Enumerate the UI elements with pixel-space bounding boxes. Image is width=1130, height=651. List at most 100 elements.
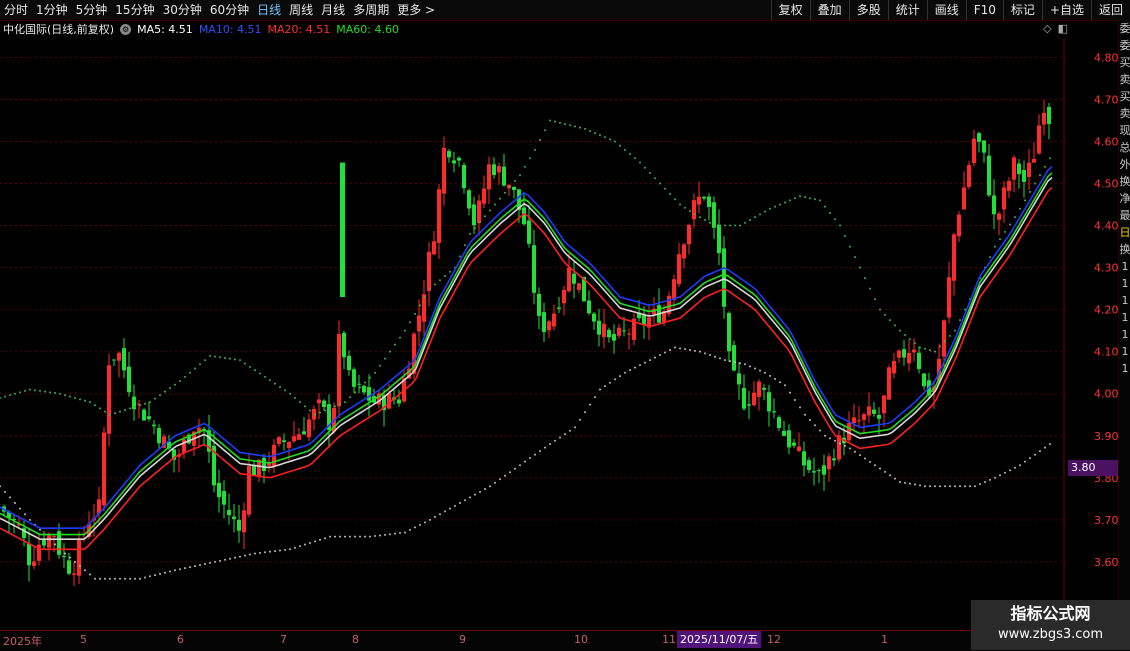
toolbar-button-6[interactable]: 标记 <box>1002 0 1042 20</box>
lower-band-dot <box>544 446 546 449</box>
lower-band-dot <box>149 575 151 578</box>
candle-body <box>102 432 106 506</box>
toolbar-button-1[interactable]: 叠加 <box>809 0 849 20</box>
candle-body <box>622 330 626 332</box>
candle-body <box>692 200 696 220</box>
period-tab-9[interactable]: 多周期 <box>349 0 393 20</box>
period-tab-10[interactable]: 更多 > <box>393 0 439 20</box>
upper-band-dot <box>919 346 921 349</box>
lower-band-dot <box>349 535 351 538</box>
upper-band-dot <box>1004 230 1006 233</box>
price-label: 3.60 <box>1094 556 1118 569</box>
lower-band-dot <box>729 360 731 363</box>
lower-band-dot <box>329 535 331 538</box>
upper-band-dot <box>754 216 756 219</box>
candle-body <box>152 424 156 427</box>
upper-band-dot <box>229 357 231 360</box>
lower-band-dot <box>1019 464 1021 467</box>
lower-band-dot <box>974 485 976 488</box>
action-buttons: 复权 叠加 多股 统计 画线 F10 标记 +自选 返回 <box>770 0 1130 20</box>
lower-band-dot <box>519 464 521 467</box>
candle-body <box>307 419 311 438</box>
lower-band-dot <box>949 485 951 488</box>
candle-body <box>857 420 861 422</box>
period-tab-4[interactable]: 30分钟 <box>159 0 206 20</box>
lower-band-dot <box>804 413 806 416</box>
panel-label-9: 换 <box>1119 175 1130 188</box>
period-tab-7[interactable]: 周线 <box>285 0 317 20</box>
candle-body <box>912 349 916 353</box>
lower-band-dot <box>664 351 666 354</box>
upper-band-dot <box>129 407 131 410</box>
candle-body <box>242 510 246 533</box>
lower-band-dot <box>19 507 21 510</box>
upper-band-dot <box>419 304 421 307</box>
upper-band-dot <box>869 287 871 290</box>
lower-band-dot <box>164 571 166 574</box>
lower-band-dot <box>934 485 936 488</box>
upper-band-dot <box>64 394 66 397</box>
diamond-icon[interactable]: ◇ <box>1043 22 1051 35</box>
lower-band-dot <box>94 577 96 580</box>
toolbar-button-5[interactable]: F10 <box>965 0 1003 20</box>
toolbar-button-0[interactable]: 复权 <box>770 0 810 20</box>
upper-band-dot <box>104 410 106 413</box>
lower-band-dot <box>514 467 516 470</box>
upper-band-dot <box>54 392 56 395</box>
upper-band-dot <box>219 356 221 359</box>
upper-band-dot <box>954 329 956 332</box>
period-tab-5[interactable]: 60分钟 <box>206 0 253 20</box>
kline-chart[interactable]: 4.80 4.70 4.60 4.50 4.40 4.30 4.20 4.10 4.00 3.90… <box>0 38 1118 630</box>
candle-body <box>342 332 346 358</box>
upper-band-dot <box>429 287 431 290</box>
period-tab-6[interactable]: 日线 <box>253 0 285 20</box>
period-tab-1[interactable]: 1分钟 <box>32 0 72 20</box>
lower-band-dot <box>559 436 561 439</box>
upper-band-dot <box>909 338 911 341</box>
period-tab-3[interactable]: 15分钟 <box>111 0 158 20</box>
candle-body <box>1037 125 1041 154</box>
price-label: 4.10 <box>1094 346 1118 359</box>
candle-body <box>882 395 886 414</box>
candle-body <box>747 404 751 406</box>
candle-body <box>502 166 506 186</box>
candle-body <box>587 300 591 314</box>
lower-band-dot <box>679 347 681 350</box>
candle-body <box>467 190 471 209</box>
lower-band-dot <box>139 577 141 580</box>
upper-band-dot <box>119 410 121 413</box>
upper-band-dot <box>544 129 546 132</box>
lower-band-dot <box>174 569 176 572</box>
period-tab-8[interactable]: 月线 <box>317 0 349 20</box>
settings-icon[interactable]: ⚙ <box>120 23 132 35</box>
lower-band-dot <box>154 574 156 577</box>
price-label: 4.80 <box>1094 51 1118 64</box>
upper-band-dot <box>519 174 521 177</box>
upper-band-dot <box>459 255 461 258</box>
period-tab-0[interactable]: 分时 <box>0 0 32 20</box>
lower-band-dot <box>904 481 906 484</box>
window-toggle-icon[interactable]: ◧ <box>1058 22 1068 35</box>
lower-band-dot <box>369 535 371 538</box>
toolbar-button-3[interactable]: 统计 <box>887 0 927 20</box>
candle-body <box>757 381 761 397</box>
period-tab-2[interactable]: 5分钟 <box>72 0 112 20</box>
lower-band-dot <box>529 457 531 460</box>
upper-band-dot <box>9 394 11 397</box>
upper-band-dot <box>644 166 646 169</box>
upper-band-dot <box>509 185 511 188</box>
upper-band-dot <box>534 148 536 151</box>
upper-band-dot <box>774 205 776 208</box>
lower-band-dot <box>539 450 541 453</box>
upper-band-dot <box>904 333 906 336</box>
upper-band-dot <box>609 138 611 141</box>
upper-band-dot <box>264 375 266 378</box>
toolbar-button-4[interactable]: 画线 <box>926 0 966 20</box>
toolbar-button-7[interactable]: +自选 <box>1041 0 1091 20</box>
upper-band-dot <box>629 153 631 156</box>
toolbar-button-2[interactable]: 多股 <box>848 0 888 20</box>
toolbar-button-8[interactable]: 返回 <box>1090 0 1130 20</box>
lower-band-dot <box>0 485 1 488</box>
candle-body <box>887 367 891 400</box>
panel-label-1: 委 <box>1119 39 1130 52</box>
